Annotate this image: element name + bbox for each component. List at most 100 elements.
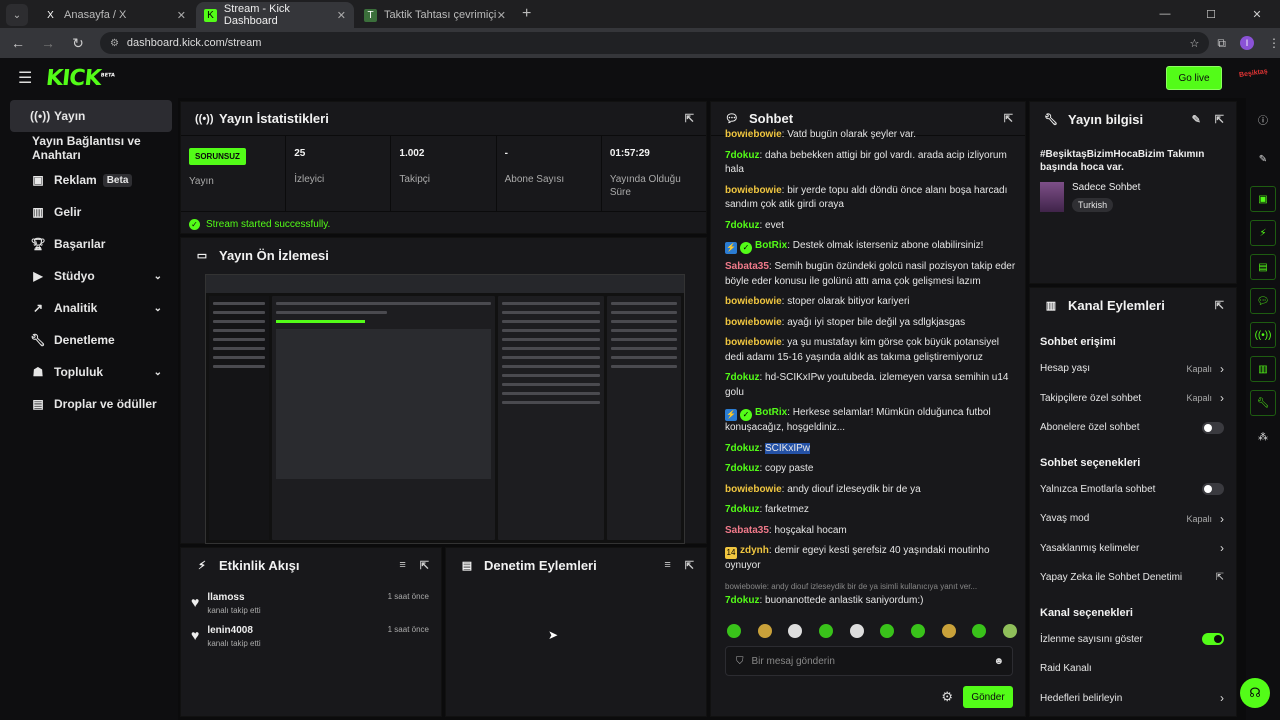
setting-row[interactable]: Yavaş mod Kapalı › xyxy=(1030,504,1236,534)
popout-icon[interactable]: ⇱ xyxy=(420,559,429,572)
bookmark-star-icon[interactable]: ☆ xyxy=(1190,37,1200,50)
close-tab-icon[interactable]: ✕ xyxy=(497,9,506,22)
emote-icon[interactable] xyxy=(1002,624,1017,638)
kick-logo[interactable]: KICKBETA xyxy=(45,66,116,91)
channel-badge[interactable]: Beşiktaş xyxy=(1239,68,1268,79)
chat-username[interactable]: zdynh xyxy=(740,545,769,556)
browser-tab-kick[interactable]: K Stream - Kick Dashboard ✕ xyxy=(196,2,354,28)
browser-tab-x[interactable]: X Anasayfa / X ✕ xyxy=(36,2,194,28)
info-icon[interactable]: ⓘ xyxy=(1250,106,1276,132)
sidebar-item-topluluk[interactable]: ☗ Topluluk ⌄ xyxy=(10,356,172,388)
edit-icon[interactable]: ✎ xyxy=(1192,113,1201,126)
reload-icon[interactable]: ↻ xyxy=(66,35,90,52)
tab-list-button[interactable]: ⌄ xyxy=(6,4,28,26)
chat-username[interactable]: bowiebowie xyxy=(725,337,782,348)
popout-icon[interactable]: ⇱ xyxy=(1004,112,1013,125)
chat-panel-icon[interactable]: 💬︎ xyxy=(1250,288,1276,314)
sidebar-item-denetleme[interactable]: 🔧︎ Denetleme xyxy=(10,324,172,356)
sidebar-item-stream-key[interactable]: Yayın Bağlantısı ve Anahtarı xyxy=(10,132,178,164)
chat-username[interactable]: bowiebowie xyxy=(725,484,782,495)
chat-username[interactable]: bowiebowie xyxy=(725,185,782,196)
toggle-switch[interactable] xyxy=(1202,633,1224,646)
chat-username[interactable]: BotRix xyxy=(755,407,787,418)
sidebar-item-studyo[interactable]: ▶ Stüdyo ⌄ xyxy=(10,260,172,292)
popout-icon[interactable]: ⇱ xyxy=(685,112,694,125)
edit-icon[interactable]: ✎ xyxy=(1250,146,1276,172)
wrench-panel-icon[interactable]: 🔧︎ xyxy=(1250,390,1276,416)
setting-row[interactable]: Abonelere özel sohbet xyxy=(1030,413,1236,443)
feed-username[interactable]: lenin4008 xyxy=(207,625,260,636)
minimize-icon[interactable]: — xyxy=(1142,0,1188,28)
emote-icon[interactable] xyxy=(941,624,956,638)
emoji-icon[interactable]: ☻ xyxy=(993,656,1004,667)
chat-settings-icon[interactable]: ⚙ xyxy=(941,689,953,705)
browser-tab-taktik[interactable]: T Taktik Tahtası çevrimiçi – Futbol ✕ xyxy=(356,2,514,28)
feed-username[interactable]: llamoss xyxy=(207,592,260,603)
stream-preview-video[interactable] xyxy=(205,274,685,544)
chat-username[interactable]: 7dokuz xyxy=(725,463,759,474)
chat-username[interactable]: Sabata35 xyxy=(725,525,769,536)
setting-row[interactable]: Yalnızca Emotlarla sohbet xyxy=(1030,475,1236,505)
url-field[interactable]: ⚙ dashboard.kick.com/stream ☆ xyxy=(99,32,1210,54)
filter-icon[interactable]: ≡ xyxy=(399,559,405,572)
setting-row[interactable]: Yasaklanmış kelimeler › xyxy=(1030,534,1236,564)
sidebar-item-yayin[interactable]: ((•)) Yayın xyxy=(10,100,172,132)
filter-icon[interactable]: ≡ xyxy=(664,559,670,572)
help-button[interactable]: ☊ xyxy=(1240,678,1270,708)
emote-icon[interactable] xyxy=(849,624,864,638)
chat-username[interactable]: 7dokuz xyxy=(725,372,759,383)
layout-icon[interactable]: ⁂ xyxy=(1250,424,1276,450)
emote-icon[interactable] xyxy=(727,624,741,638)
emote-icon[interactable] xyxy=(972,624,987,638)
close-tab-icon[interactable]: ✕ xyxy=(337,9,346,22)
chat-username[interactable]: 7dokuz xyxy=(725,595,759,606)
document-panel-icon[interactable]: ▤ xyxy=(1250,254,1276,280)
extensions-icon[interactable]: ⧉ xyxy=(1217,36,1226,51)
chat-message-list[interactable]: bowiebowie: Vatd bugün olarak şeyler var… xyxy=(711,128,1027,612)
emote-icon[interactable] xyxy=(818,624,833,638)
maximize-icon[interactable]: ☐ xyxy=(1188,0,1234,28)
setting-row[interactable]: İzlenme sayısını göster xyxy=(1030,625,1236,655)
chat-username[interactable]: 7dokuz xyxy=(725,504,759,515)
browser-menu-icon[interactable]: ⋮ xyxy=(1268,36,1280,50)
chat-username[interactable]: bowiebowie xyxy=(725,317,782,328)
chat-username[interactable]: 7dokuz xyxy=(725,220,759,231)
setting-row[interactable]: Takipçilere özel sohbet Kapalı › xyxy=(1030,384,1236,414)
menu-icon[interactable]: ☰ xyxy=(18,68,32,88)
emote-icon[interactable] xyxy=(757,624,772,638)
popout-icon[interactable]: ⇱ xyxy=(685,559,694,572)
emote-icon[interactable] xyxy=(910,624,925,638)
setting-row[interactable]: Hesap yaşı Kapalı › xyxy=(1030,354,1236,384)
emote-icon[interactable] xyxy=(880,624,895,638)
site-info-icon[interactable]: ⚙ xyxy=(110,38,119,49)
forward-icon[interactable]: → xyxy=(36,35,60,51)
chat-username[interactable]: Sabata35 xyxy=(725,261,769,272)
chat-input[interactable]: ⛉ Bir mesaj gönderin ☻ xyxy=(725,646,1013,676)
setting-row[interactable]: Raid Kanalı xyxy=(1030,654,1236,684)
back-icon[interactable]: ← xyxy=(6,35,30,51)
chat-username[interactable]: bowiebowie xyxy=(725,129,782,140)
toggle-switch[interactable] xyxy=(1202,421,1224,434)
stats-panel-icon[interactable]: ▣ xyxy=(1250,186,1276,212)
chat-username[interactable]: 7dokuz xyxy=(725,443,759,454)
popout-icon[interactable]: ⇱ xyxy=(1215,113,1224,126)
sidebar-item-droplar[interactable]: ▤ Droplar ve ödüller xyxy=(10,388,172,420)
chat-username[interactable]: BotRix xyxy=(755,240,787,251)
toggle-switch[interactable] xyxy=(1202,483,1224,496)
close-window-icon[interactable]: ✕ xyxy=(1234,0,1280,28)
new-tab-icon[interactable]: + xyxy=(522,5,531,23)
setting-row[interactable]: Hedefleri belirleyin › xyxy=(1030,684,1236,714)
popout-icon[interactable]: ⇱ xyxy=(1215,299,1224,312)
close-tab-icon[interactable]: ✕ xyxy=(177,9,186,22)
go-live-button[interactable]: Go live xyxy=(1166,66,1222,90)
broadcast-panel-icon[interactable]: ((•)) xyxy=(1250,322,1276,348)
setting-row[interactable]: Yapay Zeka ile Sohbet Denetimi ⇱ xyxy=(1030,563,1236,593)
profile-avatar[interactable]: I xyxy=(1239,36,1254,50)
chat-username[interactable]: 7dokuz xyxy=(725,150,759,161)
sidebar-item-gelir[interactable]: ▥ Gelir xyxy=(10,196,172,228)
emote-icon[interactable] xyxy=(788,624,803,638)
sidebar-item-reklam[interactable]: ▣ Reklam Beta xyxy=(10,164,172,196)
send-button[interactable]: Gönder xyxy=(963,686,1013,708)
actions-panel-icon[interactable]: ▥ xyxy=(1250,356,1276,382)
lightning-panel-icon[interactable]: ⚡︎ xyxy=(1250,220,1276,246)
